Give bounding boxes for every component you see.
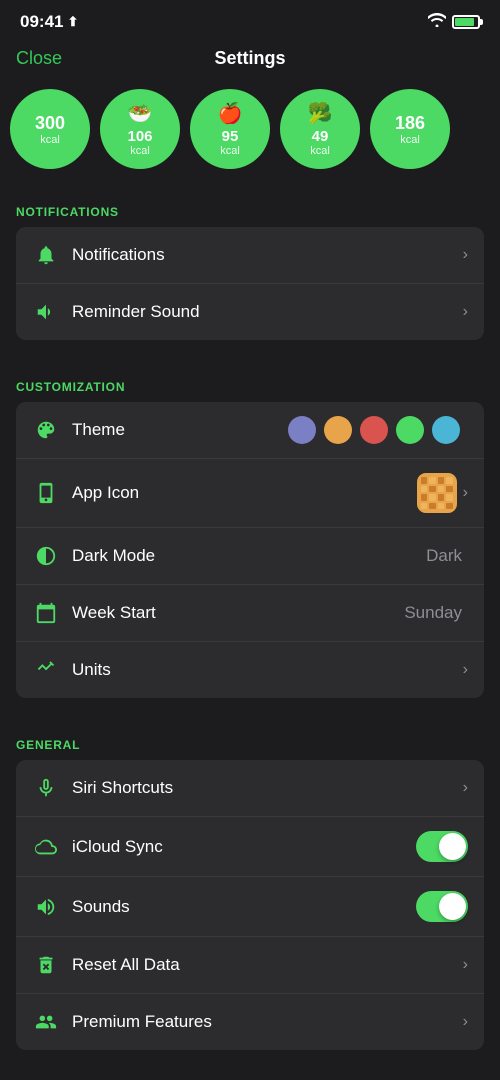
food-circles: 300 kcal 🥗 106 kcal 🍎 95 kcal 🥦 49 kcal … [0, 81, 500, 185]
nav-bar: Close Settings [0, 40, 500, 81]
sounds-label: Sounds [72, 897, 416, 917]
sounds-row[interactable]: Sounds [16, 877, 484, 937]
app-icon-label: App Icon [72, 483, 417, 503]
siri-shortcuts-row[interactable]: Siri Shortcuts › [16, 760, 484, 817]
food-circle-2[interactable]: 🥗 106 kcal [100, 89, 180, 169]
premium-icon [32, 1008, 60, 1036]
color-orange[interactable] [324, 416, 352, 444]
icloud-sync-label: iCloud Sync [72, 837, 416, 857]
palette-icon [32, 416, 60, 444]
general-section-header: GENERAL [0, 718, 500, 760]
food-circle-1[interactable]: 300 kcal [10, 89, 90, 169]
general-section: Siri Shortcuts › iCloud Sync Sounds [16, 760, 484, 1050]
reset-all-data-label: Reset All Data [72, 955, 463, 975]
app-icon-setting-icon [32, 479, 60, 507]
food-circle-3[interactable]: 🍎 95 kcal [190, 89, 270, 169]
color-green[interactable] [396, 416, 424, 444]
theme-colors [288, 416, 460, 444]
cloud-icon [32, 833, 60, 861]
units-row[interactable]: Units › [16, 642, 484, 698]
theme-row[interactable]: Theme [16, 402, 484, 459]
premium-features-label: Premium Features [72, 1012, 463, 1032]
color-blue[interactable] [432, 416, 460, 444]
chevron-right-icon: › [463, 247, 468, 263]
chevron-right-icon: › [463, 1014, 468, 1030]
bell-icon [32, 241, 60, 269]
reminder-sound-label: Reminder Sound [72, 302, 463, 322]
units-label: Units [72, 660, 463, 680]
page-title: Settings [214, 48, 285, 69]
food-circle-4[interactable]: 🥦 49 kcal [280, 89, 360, 169]
chevron-right-icon: › [463, 662, 468, 678]
chevron-right-icon: › [463, 780, 468, 796]
app-icon-preview [417, 473, 457, 513]
chevron-right-icon: › [463, 957, 468, 973]
siri-shortcuts-label: Siri Shortcuts [72, 778, 463, 798]
sound-icon [32, 298, 60, 326]
color-purple[interactable] [288, 416, 316, 444]
trash-icon [32, 951, 60, 979]
customization-section-header: CUSTOMIZATION [0, 360, 500, 402]
status-icons [428, 13, 480, 32]
notifications-section-header: NOTIFICATIONS [0, 185, 500, 227]
sounds-toggle[interactable] [416, 891, 468, 922]
time-label: 09:41 [20, 12, 63, 32]
theme-label: Theme [72, 420, 288, 440]
food-circle-5[interactable]: 186 kcal [370, 89, 450, 169]
notifications-label: Notifications [72, 245, 463, 265]
microphone-icon [32, 774, 60, 802]
premium-features-row[interactable]: Premium Features › [16, 994, 484, 1050]
calendar-icon [32, 599, 60, 627]
chevron-right-icon: › [463, 485, 468, 501]
reset-all-data-row[interactable]: Reset All Data › [16, 937, 484, 994]
chevron-right-icon: › [463, 304, 468, 320]
units-icon [32, 656, 60, 684]
wifi-icon [428, 13, 446, 32]
close-button[interactable]: Close [16, 48, 62, 69]
app-icon-row[interactable]: App Icon › [16, 459, 484, 528]
reminder-sound-row[interactable]: Reminder Sound › [16, 284, 484, 340]
week-start-row[interactable]: Week Start Sunday [16, 585, 484, 642]
icloud-sync-toggle[interactable] [416, 831, 468, 862]
customization-section: Theme App Icon [16, 402, 484, 698]
battery-icon [452, 15, 480, 29]
notifications-section: Notifications › Reminder Sound › [16, 227, 484, 340]
status-time: 09:41 ⬆ [20, 12, 78, 32]
notifications-row[interactable]: Notifications › [16, 227, 484, 284]
color-red[interactable] [360, 416, 388, 444]
location-icon: ⬆ [67, 14, 78, 30]
dark-mode-value: Dark [426, 546, 462, 566]
dark-mode-row[interactable]: Dark Mode Dark [16, 528, 484, 585]
sounds-icon [32, 893, 60, 921]
dark-mode-label: Dark Mode [72, 546, 426, 566]
week-start-value: Sunday [404, 603, 462, 623]
status-bar: 09:41 ⬆ [0, 0, 500, 40]
week-start-label: Week Start [72, 603, 404, 623]
dark-mode-icon [32, 542, 60, 570]
icloud-sync-row[interactable]: iCloud Sync [16, 817, 484, 877]
